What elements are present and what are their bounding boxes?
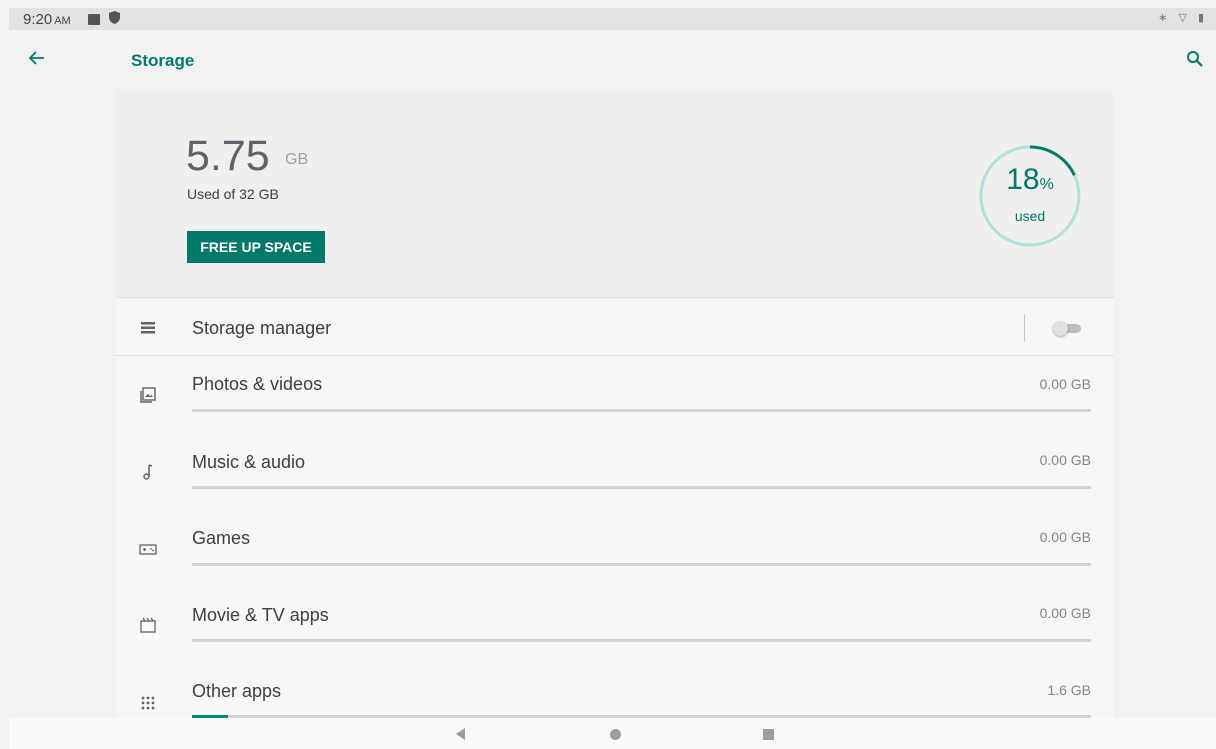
shield-icon [109,11,120,24]
category-size: 1.6 GB [1047,682,1091,698]
used-unit: GB [285,151,309,168]
gamepad-icon [139,544,157,555]
storage-panel: 5.75 GB Used of 32 GB FREE UP SPACE 18% … [116,91,1114,718]
search-icon[interactable] [1186,50,1204,68]
category-label: Other apps [192,681,282,701]
photos-icon [140,387,156,403]
apps-grid-icon [141,696,155,710]
category-label: Games [192,528,251,548]
usage-percent: 18% [1006,163,1054,196]
image-notification-icon [88,14,100,25]
status-time: 9:20 AM [23,11,71,28]
category-label: Photos & videos [192,374,323,394]
toggle-knob [1053,321,1068,336]
category-size: 0.00 GB [1039,452,1091,468]
storage-list-icon [141,322,155,334]
usage-label: used [1014,208,1046,224]
category-bar [192,639,1091,642]
status-bar: 9:20 AM ∗ ▽ ▮ [9,8,1216,30]
storage-summary: 5.75 GB Used of 32 GB FREE UP SPACE 18% … [116,91,1114,298]
status-right-icons: ∗ ▽ ▮ [1158,12,1208,24]
category-row-games[interactable]: Games 0.00 GB [116,510,1114,586]
category-bar [192,486,1091,489]
used-of-total: Used of 32 GB [187,186,279,202]
toggle-divider [1024,314,1025,342]
movie-icon [140,617,156,633]
nav-recents-icon[interactable] [763,729,774,740]
category-label: Music & audio [192,452,306,472]
category-row-music[interactable]: Music & audio 0.00 GB [116,433,1114,510]
category-size: 0.00 GB [1039,376,1091,392]
used-amount: 5.75 [186,132,270,180]
category-row-photos[interactable]: Photos & videos 0.00 GB [116,357,1114,433]
page-title: Storage [131,51,195,70]
category-row-movies[interactable]: Movie & TV apps 0.00 GB [116,586,1114,663]
app-bar: Storage [0,30,1216,91]
storage-manager-label: Storage manager [192,318,332,338]
back-arrow-icon[interactable] [27,48,47,68]
storage-manager-toggle[interactable] [1053,321,1081,336]
nav-back-icon[interactable] [456,728,465,740]
category-row-other-apps[interactable]: Other apps 1.6 GB [116,663,1114,718]
category-bar [192,409,1091,412]
category-size: 0.00 GB [1039,529,1091,545]
storage-manager-row[interactable]: Storage manager [116,299,1114,356]
nav-home-icon[interactable] [610,729,621,740]
category-size: 0.00 GB [1039,605,1091,621]
free-up-space-button[interactable]: FREE UP SPACE [187,231,325,263]
category-label: Movie & TV apps [192,605,329,625]
navigation-bar [9,718,1216,749]
music-note-icon [143,464,153,480]
category-bar [192,563,1091,566]
